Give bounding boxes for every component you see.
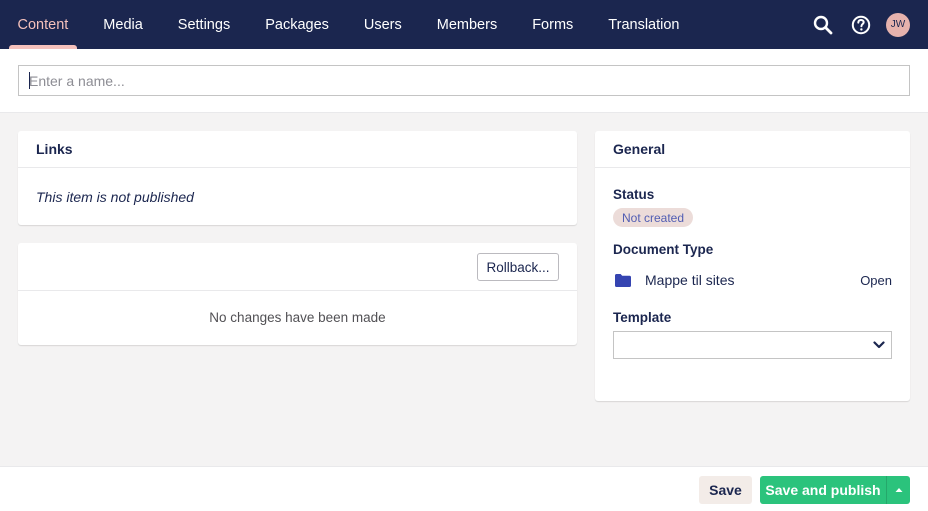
document-type-label: Document Type [613,242,714,257]
nav-item-settings[interactable]: Settings [160,0,247,49]
history-panel: Rollback... No changes have been made [18,243,577,345]
text-caret [29,72,30,89]
section-nav: Content Media Settings Packages Users Me… [0,0,697,49]
links-panel: Links This item is not published [18,131,577,225]
template-select[interactable] [613,331,892,359]
action-footer: Save Save and publish [0,466,928,511]
nav-item-translation[interactable]: Translation [591,0,697,49]
general-panel: General Status Not created Document Type… [595,131,910,401]
nav-item-packages[interactable]: Packages [248,0,347,49]
publish-options-button[interactable] [886,476,910,504]
name-input[interactable] [18,65,910,96]
nav-item-content[interactable]: Content [0,0,86,49]
caret-up-icon [895,488,902,492]
search-button[interactable] [804,0,842,49]
document-type-row: Mappe til sites Open [613,269,892,291]
nav-item-media[interactable]: Media [86,0,161,49]
open-document-type-link[interactable]: Open [860,273,892,288]
folder-icon [613,272,633,288]
not-published-message: This item is not published [36,189,194,205]
chevron-down-icon [873,341,885,349]
template-label: Template [613,310,672,325]
no-changes-message: No changes have been made [209,310,386,325]
history-toolbar: Rollback... [18,243,577,291]
general-title: General [595,131,910,168]
links-title: Links [18,131,577,168]
user-avatar[interactable]: JW [886,12,910,37]
top-navigation: Content Media Settings Packages Users Me… [0,0,928,49]
save-and-publish-button[interactable]: Save and publish [760,476,886,504]
rollback-button[interactable]: Rollback... [477,253,559,281]
status-badge: Not created [613,208,694,227]
help-icon [851,15,871,34]
nav-item-users[interactable]: Users [346,0,419,49]
nav-item-members[interactable]: Members [419,0,514,49]
document-type-name: Mappe til sites [645,272,735,288]
nav-item-forms[interactable]: Forms [515,0,591,49]
topbar-tools: JW [804,0,928,49]
status-label: Status [613,187,655,202]
search-icon [813,15,833,34]
help-button[interactable] [842,0,880,49]
name-bar [0,49,928,113]
save-button[interactable]: Save [699,476,752,504]
